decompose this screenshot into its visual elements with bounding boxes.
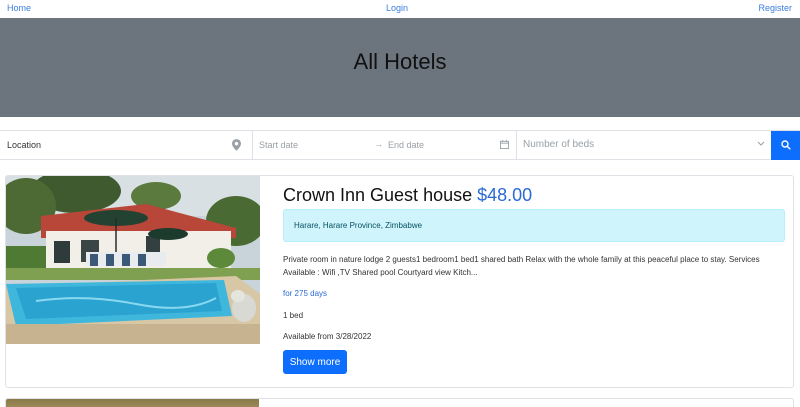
location-alert: Harare, Harare Province, Zimbabwe — [283, 209, 785, 242]
beds-select-placeholder: Number of beds — [523, 139, 595, 150]
hotel-location: Harare, Harare Province, Zimbabwe — [294, 221, 423, 230]
search-bar: Location Start date → End date Number of… — [0, 130, 800, 160]
search-icon — [781, 140, 791, 150]
stay-duration: for 275 days — [283, 289, 328, 298]
hotel-name[interactable]: Crown Inn Guest house — [283, 185, 472, 205]
start-date-input[interactable]: Start date — [259, 140, 298, 150]
hotel-card: Crown Inn Guest house $48.00 Harare, Har… — [5, 175, 794, 388]
nav-login-link[interactable]: Login — [386, 3, 408, 13]
beds-select[interactable]: Number of beds — [517, 131, 771, 159]
hotel-description: Private room in nature lodge 2 guests1 b… — [283, 255, 760, 277]
hotel-card — [5, 398, 794, 407]
top-nav: Home Login Register — [0, 0, 800, 18]
nav-home-link[interactable]: Home — [7, 3, 31, 13]
chevron-down-icon — [757, 141, 765, 146]
show-more-button[interactable]: Show more — [283, 350, 347, 374]
hotel-photo[interactable] — [6, 176, 260, 344]
availability-date: Available from 3/28/2022 — [283, 332, 372, 341]
hotel-photo-image — [6, 176, 260, 344]
hotel-photo[interactable] — [6, 399, 259, 407]
hero-banner: All Hotels — [0, 18, 800, 117]
page-title: All Hotels — [353, 49, 447, 74]
end-date-input[interactable]: End date — [388, 140, 424, 150]
date-range-arrow: → — [374, 139, 383, 149]
map-pin-icon — [232, 139, 241, 151]
hotel-title: Crown Inn Guest house $48.00 — [283, 185, 532, 206]
date-range-field[interactable]: Start date → End date — [253, 131, 517, 159]
hotel-price: $48.00 — [477, 185, 533, 205]
bed-count: 1 bed — [283, 311, 304, 320]
nav-register-link[interactable]: Register — [758, 3, 792, 13]
location-input[interactable]: Location — [7, 140, 41, 150]
location-field[interactable]: Location — [0, 131, 253, 159]
search-button[interactable] — [771, 131, 800, 160]
calendar-icon[interactable] — [500, 140, 509, 149]
